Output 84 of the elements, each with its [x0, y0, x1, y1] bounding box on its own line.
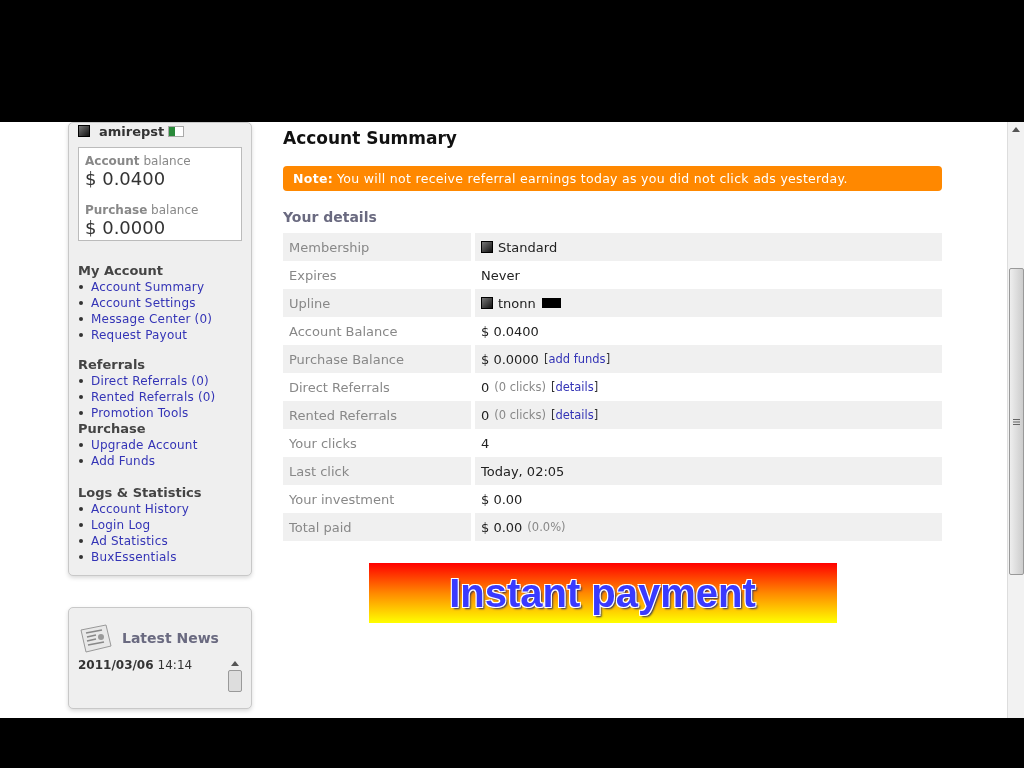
- bullet-icon: [79, 411, 83, 415]
- table-cell: Never: [481, 267, 520, 283]
- bullet-icon: [79, 539, 83, 543]
- menu-link[interactable]: Direct Referrals (0): [91, 373, 209, 389]
- scroll-up-icon[interactable]: [231, 661, 239, 666]
- menu-heading: Purchase: [78, 421, 147, 437]
- table-cell: 0: [481, 407, 490, 423]
- menu-link[interactable]: Account History: [91, 501, 189, 517]
- menu-heading: My Account: [78, 263, 165, 279]
- bullet-icon: [79, 285, 83, 289]
- menu-link[interactable]: Account Summary: [91, 279, 205, 295]
- table-cell: 4: [481, 435, 490, 451]
- bullet-icon: [79, 507, 83, 511]
- table-cell: Rented Referrals: [283, 401, 471, 429]
- news-date: 2011/03/06: [78, 658, 154, 672]
- member-icon: [481, 297, 493, 309]
- table-cell: $ 0.0400: [481, 323, 539, 339]
- details-link[interactable]: add funds: [548, 352, 606, 366]
- menu-link[interactable]: Request Payout: [91, 327, 188, 343]
- bullet-icon: [79, 459, 83, 463]
- clicks-note: (0.0%): [527, 520, 566, 534]
- news-time: 14:14: [157, 658, 193, 672]
- table-cell-text: Expires: [288, 266, 338, 285]
- grip-icon: [1012, 418, 1020, 425]
- details-link[interactable]: details: [555, 408, 594, 422]
- table-cell: tnonn: [498, 295, 536, 311]
- bullet-icon: [79, 523, 83, 527]
- bracket: ]: [593, 380, 599, 394]
- table-cell: $ 0.00: [481, 491, 523, 507]
- section-heading: Your details: [283, 209, 378, 225]
- notice-label: Note:: [293, 171, 333, 186]
- menu-link[interactable]: Promotion Tools: [91, 405, 189, 421]
- table-cell: Membership: [283, 233, 471, 261]
- menu-link[interactable]: Add Funds: [91, 453, 156, 469]
- bullet-icon: [79, 301, 83, 305]
- table-cell-text: Account Balance: [288, 322, 399, 341]
- balance-label: Account balance: [85, 154, 192, 168]
- bracket: ]: [593, 408, 599, 422]
- balance-value: $ 0.0000: [85, 217, 167, 238]
- menu-link[interactable]: Upgrade Account: [91, 437, 198, 453]
- table-cell-text: Direct Referrals: [288, 378, 391, 397]
- bullet-icon: [79, 333, 83, 337]
- table-cell: Upline: [283, 289, 471, 317]
- menu-link[interactable]: Account Settings: [91, 295, 196, 311]
- table-cell: Last click: [283, 457, 471, 485]
- scroll-up-icon[interactable]: [1012, 127, 1020, 132]
- table-cell: Today, 02:05: [481, 463, 565, 479]
- table-cell: Standard: [498, 239, 558, 255]
- bracket: [: [550, 380, 556, 394]
- balance-label: Purchase balance: [85, 203, 200, 217]
- news-heading: Latest News: [122, 630, 219, 646]
- page-title: Account Summary: [283, 128, 458, 148]
- table-cell-text: Your investment: [288, 490, 396, 509]
- member-icon: [481, 241, 493, 253]
- menu-heading: Referrals: [78, 357, 147, 373]
- scrollbar[interactable]: [1007, 122, 1024, 718]
- menu-link[interactable]: Login Log: [91, 517, 151, 533]
- username: amirepst: [99, 123, 165, 139]
- bullet-icon: [79, 317, 83, 321]
- menu-heading: Logs & Statistics: [78, 485, 203, 501]
- table-cell: Total paid: [283, 513, 471, 541]
- notice-text: You will not receive referral earnings today as you did not click ads yesterday.: [337, 171, 848, 186]
- details-link[interactable]: details: [555, 380, 594, 394]
- bracket: ]: [605, 352, 611, 366]
- bracket: [: [550, 408, 556, 422]
- newspaper-icon: [78, 622, 114, 654]
- bullet-icon: [79, 555, 83, 559]
- menu-link[interactable]: Message Center (0): [91, 311, 213, 327]
- menu-link[interactable]: Ad Statistics: [91, 533, 168, 549]
- table-cell: $ 0.00: [481, 519, 523, 535]
- table-cell-text: Your clicks: [288, 434, 358, 453]
- clicks-note: (0 clicks): [494, 380, 546, 394]
- table-cell: $ 0.0000: [481, 351, 539, 367]
- clicks-note: (0 clicks): [494, 408, 546, 422]
- bullet-icon: [79, 379, 83, 383]
- bullet-icon: [79, 395, 83, 399]
- bracket: [: [543, 352, 549, 366]
- table-cell: 0: [481, 379, 490, 395]
- menu-link[interactable]: BuxEssentials: [91, 549, 177, 565]
- bullet-icon: [79, 443, 83, 447]
- balance-value: $ 0.0400: [85, 168, 167, 189]
- menu-link[interactable]: Rented Referrals (0): [91, 389, 216, 405]
- table-cell: Purchase Balance: [283, 345, 471, 373]
- member-icon: [78, 125, 90, 137]
